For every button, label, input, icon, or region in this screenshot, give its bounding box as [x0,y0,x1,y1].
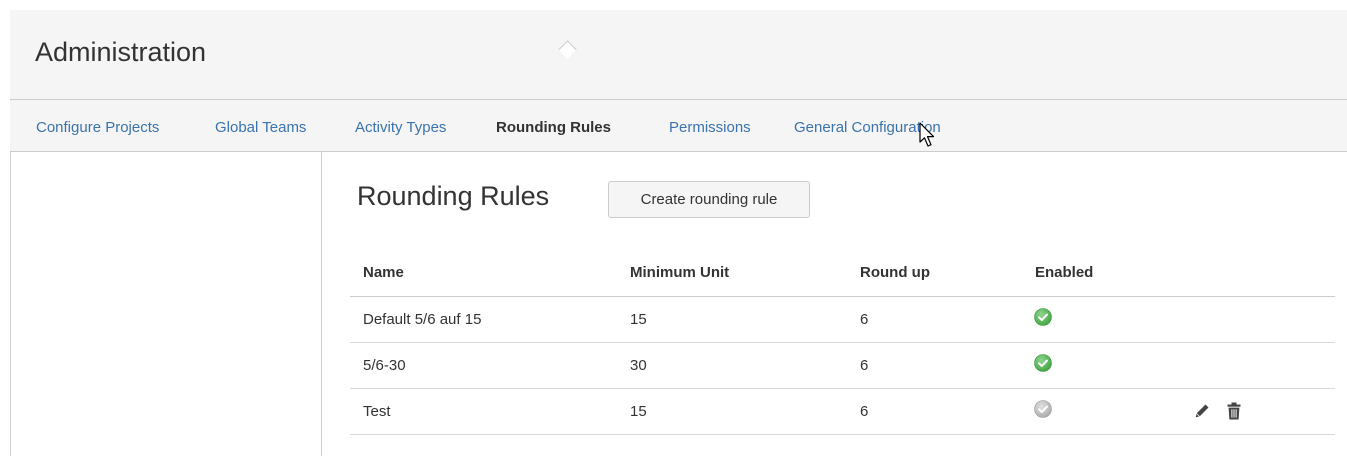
rule-round-up: 6 [860,403,869,420]
column-header-minimum-unit: Minimum Unit [630,264,730,281]
check-circle-disabled-icon [1034,400,1052,418]
column-header-enabled: Enabled [1035,264,1094,281]
rule-name: Default 5/6 auf 15 [363,311,482,328]
left-border [10,152,11,456]
nav-item-permissions[interactable]: Permissions [669,119,751,136]
nav-item-rounding-rules[interactable]: Rounding Rules [496,119,611,136]
create-rounding-rule-button[interactable]: Create rounding rule [608,181,810,218]
trash-icon[interactable] [1227,402,1241,420]
check-circle-icon [1034,308,1052,326]
column-header-round-up: Round up [860,264,930,281]
rule-round-up: 6 [860,311,869,328]
admin-nav: Configure Projects Global Teams Activity… [10,100,1347,152]
rule-round-up: 6 [860,357,869,374]
rule-minimum-unit: 30 [630,357,647,374]
rule-minimum-unit: 15 [630,311,647,328]
nav-item-global-teams[interactable]: Global Teams [215,119,306,136]
column-header-name: Name [363,264,404,281]
mouse-pointer-icon [919,122,939,148]
page-title: Rounding Rules [357,181,550,211]
check-circle-icon [1034,354,1052,372]
rule-minimum-unit: 15 [630,403,647,420]
table-row: Test 15 6 [350,389,1335,435]
table-header-row: Name Minimum Unit Round up Enabled [350,250,1335,297]
nav-item-configure-projects[interactable]: Configure Projects [36,119,159,136]
pencil-icon[interactable] [1194,403,1210,419]
sidebar-divider [321,152,322,456]
rule-name: Test [363,403,391,420]
rule-name: 5/6-30 [363,357,406,374]
admin-header: Administration [10,10,1347,100]
header-title: Administration [35,37,207,67]
nav-item-activity-types[interactable]: Activity Types [355,119,446,136]
table-row: Default 5/6 auf 15 15 6 [350,297,1335,343]
table-row: 5/6-30 30 6 [350,343,1335,389]
rounding-rules-table: Name Minimum Unit Round up Enabled Defau… [350,250,1335,435]
